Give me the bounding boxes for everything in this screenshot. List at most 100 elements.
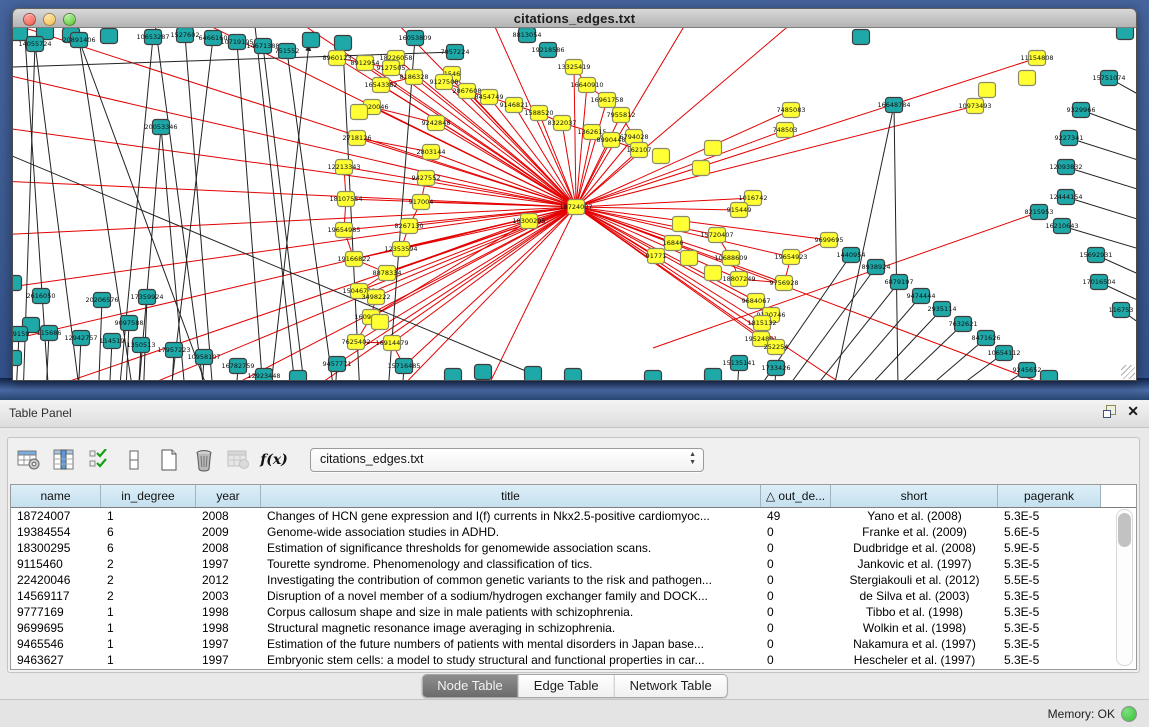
graph-node[interactable] <box>351 105 368 120</box>
graph-node[interactable] <box>372 315 389 330</box>
table-cell[interactable]: 0 <box>761 653 831 667</box>
citation-network-graph[interactable]: 1405572420891406106532871527602646616010… <box>13 28 1136 380</box>
graph-node[interactable] <box>13 28 28 41</box>
table-cell[interactable]: 2 <box>101 557 196 571</box>
table-cell[interactable]: 5.6E-5 <box>998 525 1101 539</box>
table-cell[interactable]: Franke et al. (2009) <box>831 525 998 539</box>
table-cell[interactable]: 0 <box>761 541 831 555</box>
table-cell[interactable]: 14569117 <box>11 589 101 603</box>
table-cell[interactable]: 22420046 <box>11 573 101 587</box>
table-cell[interactable]: Stergiakouli et al. (2012) <box>831 573 998 587</box>
graph-node[interactable] <box>645 371 662 381</box>
table-cell[interactable]: 9699695 <box>11 621 101 635</box>
table-cell[interactable]: 2012 <box>196 573 261 587</box>
table-cell[interactable]: 1 <box>101 509 196 523</box>
graph-node[interactable] <box>445 369 462 381</box>
table-cell[interactable]: 1 <box>101 653 196 667</box>
column-header-year[interactable]: year <box>196 485 261 507</box>
table-row[interactable]: 1830029562008Estimation of significance … <box>11 540 1136 556</box>
table-cell[interactable]: 5.3E-5 <box>998 589 1101 603</box>
table-cell[interactable]: Disruption of a novel member of a sodium… <box>261 589 761 603</box>
table-cell[interactable]: 1 <box>101 621 196 635</box>
table-row[interactable]: 977716911998Corpus callosum shape and si… <box>11 604 1136 620</box>
table-cell[interactable]: 1997 <box>196 637 261 651</box>
table-cell[interactable]: 2009 <box>196 525 261 539</box>
column-options-icon[interactable] <box>51 447 77 473</box>
table-cell[interactable]: 0 <box>761 557 831 571</box>
table-cell[interactable]: 1 <box>101 637 196 651</box>
function-builder-icon[interactable]: f(x) <box>261 447 287 473</box>
table-cell[interactable]: Structural magnetic resonance image aver… <box>261 621 761 635</box>
table-cell[interactable]: 6 <box>101 541 196 555</box>
table-cell[interactable]: 19384554 <box>11 525 101 539</box>
table-row[interactable]: 946362711997Embryonic stem cells: a mode… <box>11 652 1136 668</box>
table-cell[interactable]: 9465546 <box>11 637 101 651</box>
table-panel-header[interactable]: Table Panel ✕ <box>0 400 1149 428</box>
tab-network-table[interactable]: Network Table <box>615 675 727 697</box>
table-vertical-scrollbar[interactable] <box>1116 509 1133 666</box>
close-panel-icon[interactable]: ✕ <box>1127 404 1139 418</box>
table-cell[interactable]: 5.3E-5 <box>998 621 1101 635</box>
table-cell[interactable]: Embryonic stem cells: a model to study s… <box>261 653 761 667</box>
table-cell[interactable]: 0 <box>761 525 831 539</box>
window-resize-grip[interactable] <box>1121 365 1135 379</box>
table-cell[interactable]: 0 <box>761 637 831 651</box>
column-header-name[interactable]: name <box>11 485 101 507</box>
table-cell[interactable]: 9115460 <box>11 557 101 571</box>
select-columns-icon[interactable] <box>86 447 112 473</box>
table-cell[interactable]: 5.9E-5 <box>998 541 1101 555</box>
table-row[interactable]: 1938455462009Genome-wide association stu… <box>11 524 1136 540</box>
table-cell[interactable]: Hescheler et al. (1997) <box>831 653 998 667</box>
scrollbar-thumb[interactable] <box>1118 513 1131 547</box>
tab-node-table[interactable]: Node Table <box>422 675 519 697</box>
rows-icon[interactable] <box>121 447 147 473</box>
table-cell[interactable]: 0 <box>761 621 831 635</box>
graph-node[interactable] <box>1041 371 1058 381</box>
graph-node[interactable] <box>13 351 22 366</box>
table-cell[interactable]: Wolkin et al. (1998) <box>831 621 998 635</box>
table-cell[interactable]: 0 <box>761 573 831 587</box>
table-selector-dropdown[interactable]: citations_edges.txt ▲▼ <box>310 448 704 472</box>
float-panel-icon[interactable] <box>1103 405 1115 417</box>
table-cell[interactable]: Jankovic et al. (1997) <box>831 557 998 571</box>
table-cell[interactable]: 1997 <box>196 557 261 571</box>
table-options-icon[interactable] <box>16 447 42 473</box>
graph-node[interactable] <box>673 217 690 232</box>
table-cell[interactable]: 1998 <box>196 605 261 619</box>
window-titlebar[interactable]: citations_edges.txt <box>12 8 1137 28</box>
table-cell[interactable]: Corpus callosum shape and size in male p… <box>261 605 761 619</box>
table-cell[interactable]: 2 <box>101 589 196 603</box>
table-cell[interactable]: 6 <box>101 525 196 539</box>
table-cell[interactable]: de Silva et al. (2003) <box>831 589 998 603</box>
table-cell[interactable]: 1 <box>101 605 196 619</box>
table-cell[interactable]: 2 <box>101 573 196 587</box>
column-header-title[interactable]: title <box>261 485 761 507</box>
table-cell[interactable]: Estimation of significance thresholds fo… <box>261 541 761 555</box>
graph-node[interactable] <box>1117 28 1134 40</box>
graph-node[interactable] <box>290 371 307 381</box>
table-cell[interactable]: Changes of HCN gene expression and I(f) … <box>261 509 761 523</box>
graph-node[interactable] <box>13 276 22 291</box>
table-row[interactable]: 969969511998Structural magnetic resonanc… <box>11 620 1136 636</box>
table-cell[interactable]: 2008 <box>196 541 261 555</box>
table-cell[interactable]: 18300295 <box>11 541 101 555</box>
table-cell[interactable]: 5.3E-5 <box>998 637 1101 651</box>
table-cell[interactable]: 5.3E-5 <box>998 653 1101 667</box>
table-cell[interactable]: Yano et al. (2008) <box>831 509 998 523</box>
table-cell[interactable]: Investigating the contribution of common… <box>261 573 761 587</box>
graph-node[interactable] <box>1019 71 1036 86</box>
graph-node[interactable] <box>693 161 710 176</box>
table-cell[interactable]: 1998 <box>196 621 261 635</box>
table-row[interactable]: 2242004622012Investigating the contribut… <box>11 572 1136 588</box>
graph-node[interactable] <box>853 30 870 45</box>
table-cell[interactable]: 9777169 <box>11 605 101 619</box>
graph-node[interactable] <box>705 141 722 156</box>
table-cell[interactable]: Estimation of the future numbers of pati… <box>261 637 761 651</box>
graph-node[interactable] <box>525 367 542 381</box>
table-cell[interactable]: 5.5E-5 <box>998 573 1101 587</box>
node-table[interactable]: namein_degreeyeartitle△ out_de...shortpa… <box>10 484 1137 670</box>
table-cell[interactable]: Tourette syndrome. Phenomenology and cla… <box>261 557 761 571</box>
graph-node[interactable] <box>475 365 492 380</box>
table-cell[interactable]: 2008 <box>196 509 261 523</box>
table-row[interactable]: 946554611997Estimation of the future num… <box>11 636 1136 652</box>
